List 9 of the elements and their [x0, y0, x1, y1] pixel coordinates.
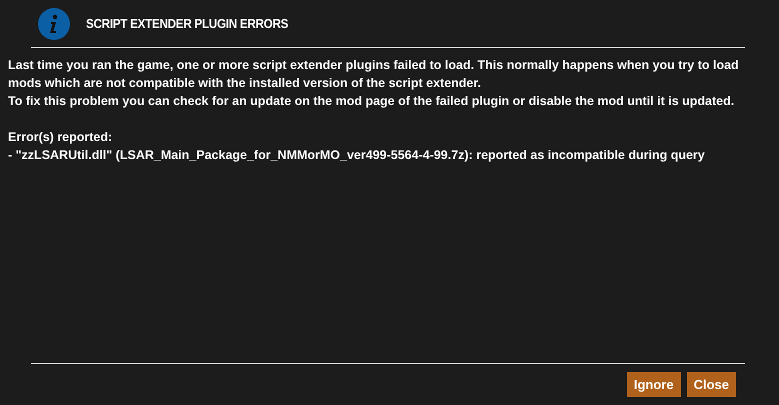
dialog-button[interactable]: Ignore [626, 372, 681, 397]
message-line: mods which are not compatible with the installed version of the script extender. [8, 75, 482, 92]
dialog-button[interactable]: Close [686, 372, 736, 397]
dialog-title: SCRIPT EXTENDER PLUGIN ERRORS [86, 14, 288, 33]
info-icon [38, 8, 70, 40]
message-line: - "zzLSARUtil.dll" (LSAR_Main_Package_for_NMMorMO_ver499-5564-4-99.7z): reported as incompatible during query [8, 147, 705, 164]
message-line: Last time you ran the game, one or more script extender plugins failed to load. This normally happens when you try to load [8, 57, 739, 74]
message-line: To fix this problem you can check for an update on the mod page of the failed plugin or disable the mod until it is updated. [8, 93, 734, 110]
message-line: Error(s) reported: [8, 129, 112, 146]
